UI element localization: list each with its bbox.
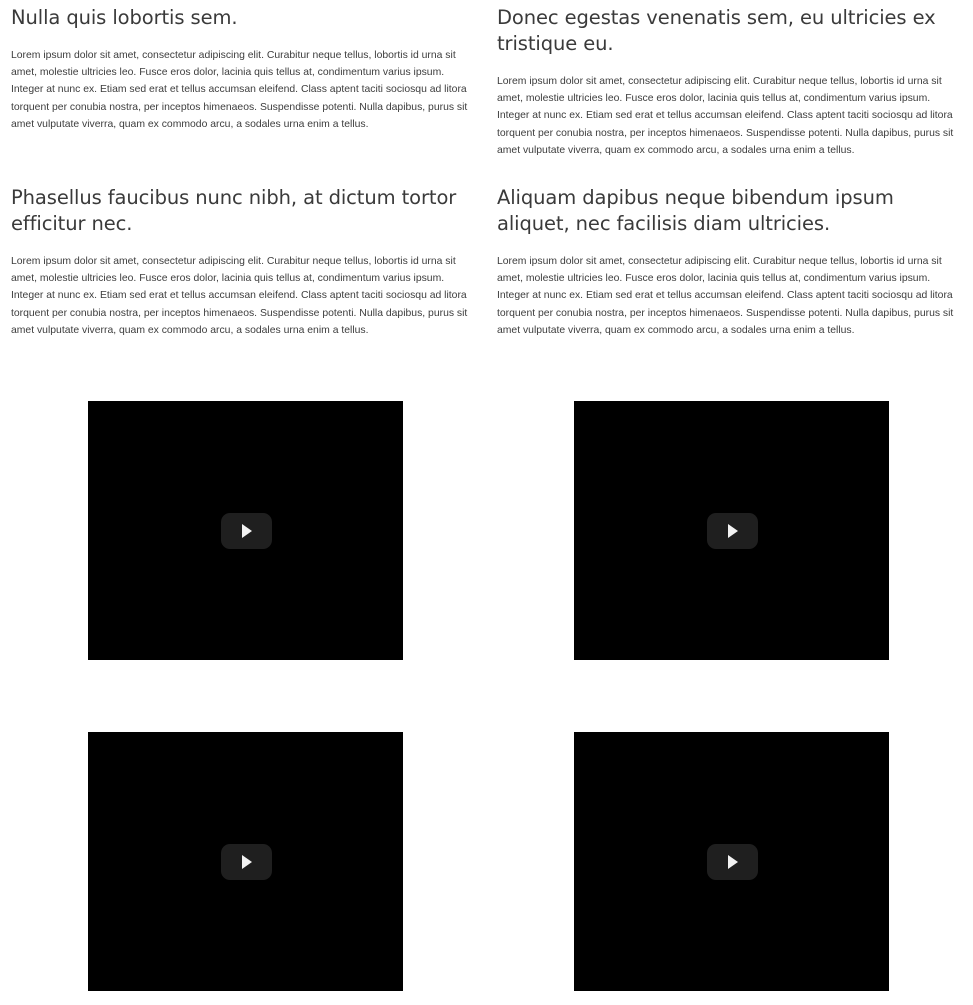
play-icon	[727, 854, 738, 869]
article-title: Aliquam dapibus neque bibendum ipsum ali…	[497, 186, 894, 235]
article-body: Lorem ipsum dolor sit amet, consectetur …	[497, 76, 954, 156]
article-title: Donec egestas venenatis sem, eu ultricie…	[497, 6, 936, 55]
video-player[interactable]	[88, 401, 403, 660]
play-icon	[727, 523, 738, 538]
play-icon	[241, 523, 252, 538]
article-body: Lorem ipsum dolor sit amet, consectetur …	[11, 256, 468, 336]
play-icon	[241, 854, 252, 869]
video-player[interactable]	[574, 401, 889, 660]
article-card: Aliquam dapibus neque bibendum ipsum ali…	[497, 185, 965, 339]
article-card: Nulla quis lobortis sem. Lorem ipsum dol…	[11, 5, 479, 133]
article-body: Lorem ipsum dolor sit amet, consectetur …	[497, 256, 954, 336]
play-button[interactable]	[706, 843, 758, 880]
video-player[interactable]	[574, 732, 889, 991]
article-title: Phasellus faucibus nunc nibh, at dictum …	[11, 186, 457, 235]
play-button[interactable]	[220, 512, 272, 549]
article-body: Lorem ipsum dolor sit amet, consectetur …	[11, 50, 468, 130]
article-title: Nulla quis lobortis sem.	[11, 6, 238, 29]
article-card: Donec egestas venenatis sem, eu ultricie…	[497, 5, 965, 159]
play-button[interactable]	[706, 512, 758, 549]
play-button[interactable]	[220, 843, 272, 880]
article-card: Phasellus faucibus nunc nibh, at dictum …	[11, 185, 479, 339]
video-player[interactable]	[88, 732, 403, 991]
